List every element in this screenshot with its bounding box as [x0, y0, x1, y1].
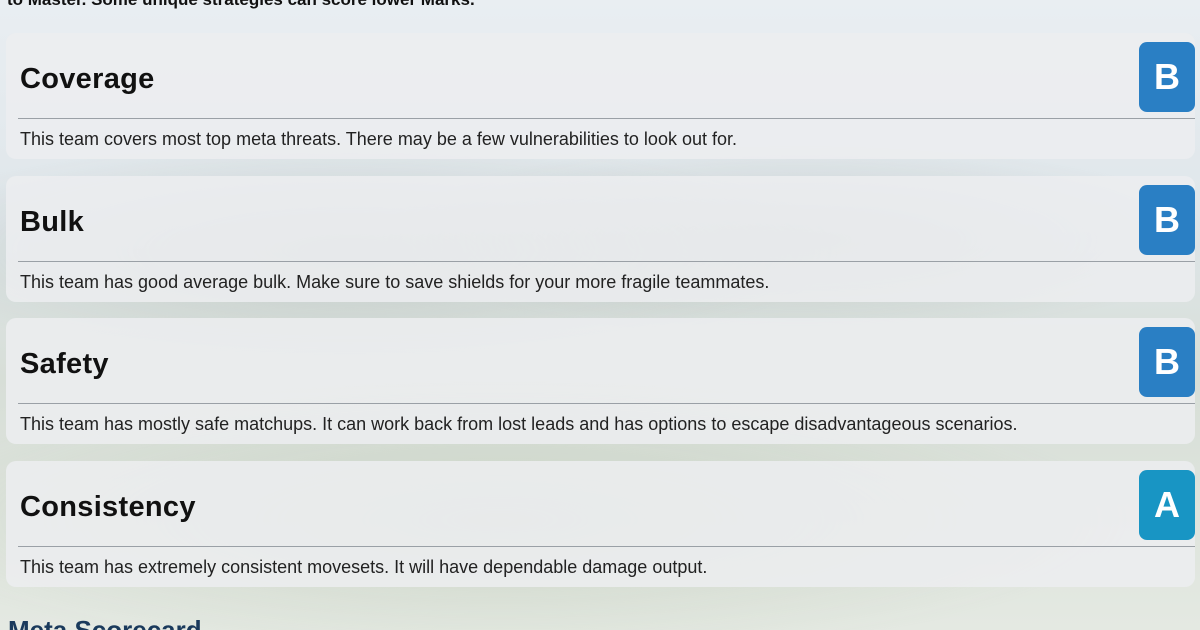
card-title: Coverage: [20, 63, 155, 95]
card-description: This team has mostly safe matchups. It c…: [20, 414, 1018, 434]
card-title: Safety: [20, 348, 109, 380]
card-description: This team covers most top meta threats. …: [20, 129, 737, 149]
card-description: This team has extremely consistent moves…: [20, 557, 708, 577]
section-heading: Meta Scorecard: [8, 615, 202, 630]
grade-badge: B: [1139, 42, 1195, 112]
intro-text: to Master. Some unique strategies can sc…: [7, 0, 475, 10]
grade-card-coverage: Coverage B This team covers most top met…: [6, 33, 1195, 159]
divider: [18, 546, 1195, 547]
grade-badge: B: [1139, 327, 1195, 397]
grade-card-safety: Safety B This team has mostly safe match…: [6, 318, 1195, 444]
card-description: This team has good average bulk. Make su…: [20, 272, 770, 292]
grade-badge: A: [1139, 470, 1195, 540]
divider: [18, 118, 1195, 119]
card-title: Consistency: [20, 491, 196, 523]
grade-card-bulk: Bulk B This team has good average bulk. …: [6, 176, 1195, 302]
grade-card-consistency: Consistency A This team has extremely co…: [6, 461, 1195, 587]
card-title: Bulk: [20, 206, 85, 238]
grade-badge: B: [1139, 185, 1195, 255]
divider: [18, 261, 1195, 262]
divider: [18, 403, 1195, 404]
